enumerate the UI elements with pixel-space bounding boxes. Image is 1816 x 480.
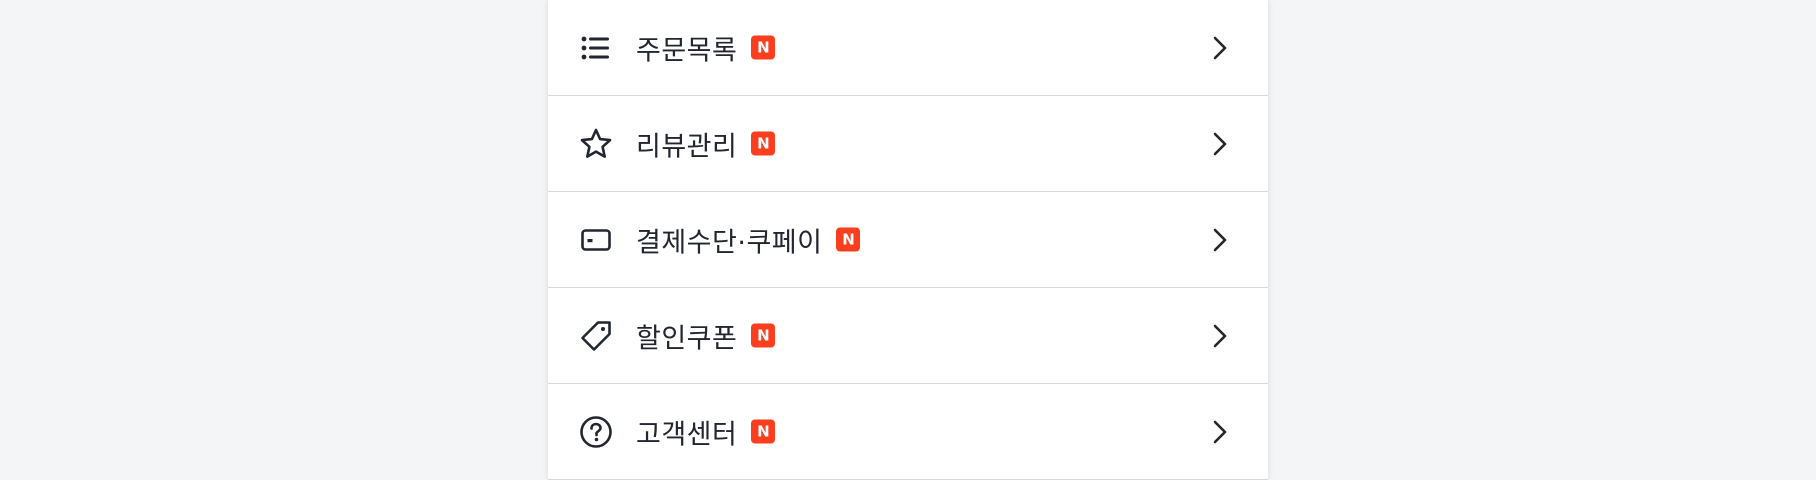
menu-item-label-wrap: 할인쿠폰 N <box>636 316 776 355</box>
menu-item-label: 주문목록 <box>636 35 738 66</box>
list-icon <box>578 30 614 66</box>
chevron-right-icon <box>1206 226 1234 254</box>
menu-item-label: 결제수단·쿠페이 <box>636 227 823 258</box>
menu-item-label-wrap: 리뷰관리 N <box>636 124 776 163</box>
new-badge: N <box>751 323 776 348</box>
menu-item-label: 할인쿠폰 <box>636 323 738 354</box>
new-badge: N <box>751 35 776 60</box>
menu-item-payment[interactable]: 결제수단·쿠페이 N <box>548 192 1268 288</box>
card-icon <box>578 222 614 258</box>
tag-icon <box>578 318 614 354</box>
star-icon <box>578 126 614 162</box>
menu-item-reviews[interactable]: 리뷰관리 N <box>548 96 1268 192</box>
chevron-right-icon <box>1206 130 1234 158</box>
chevron-right-icon <box>1206 418 1234 446</box>
menu-item-label-wrap: 고객센터 N <box>636 412 776 451</box>
menu-item-label-wrap: 주문목록 N <box>636 28 776 67</box>
menu-item-orders[interactable]: 주문목록 N <box>548 0 1268 96</box>
chevron-right-icon <box>1206 322 1234 350</box>
new-badge: N <box>751 419 776 444</box>
new-badge: N <box>836 227 861 252</box>
menu-item-coupons[interactable]: 할인쿠폰 N <box>548 288 1268 384</box>
chevron-right-icon <box>1206 34 1234 62</box>
help-circle-icon <box>578 414 614 450</box>
new-badge: N <box>751 131 776 156</box>
my-menu-panel: 주문목록 N 리뷰관리 N 결제수단·쿠페이 N 할인쿠폰 N 고객센터 N <box>548 0 1268 480</box>
menu-item-label-wrap: 결제수단·쿠페이 N <box>636 220 861 259</box>
menu-item-label: 고객센터 <box>636 419 738 450</box>
menu-item-customer-center[interactable]: 고객센터 N <box>548 384 1268 480</box>
menu-item-label: 리뷰관리 <box>636 131 738 162</box>
